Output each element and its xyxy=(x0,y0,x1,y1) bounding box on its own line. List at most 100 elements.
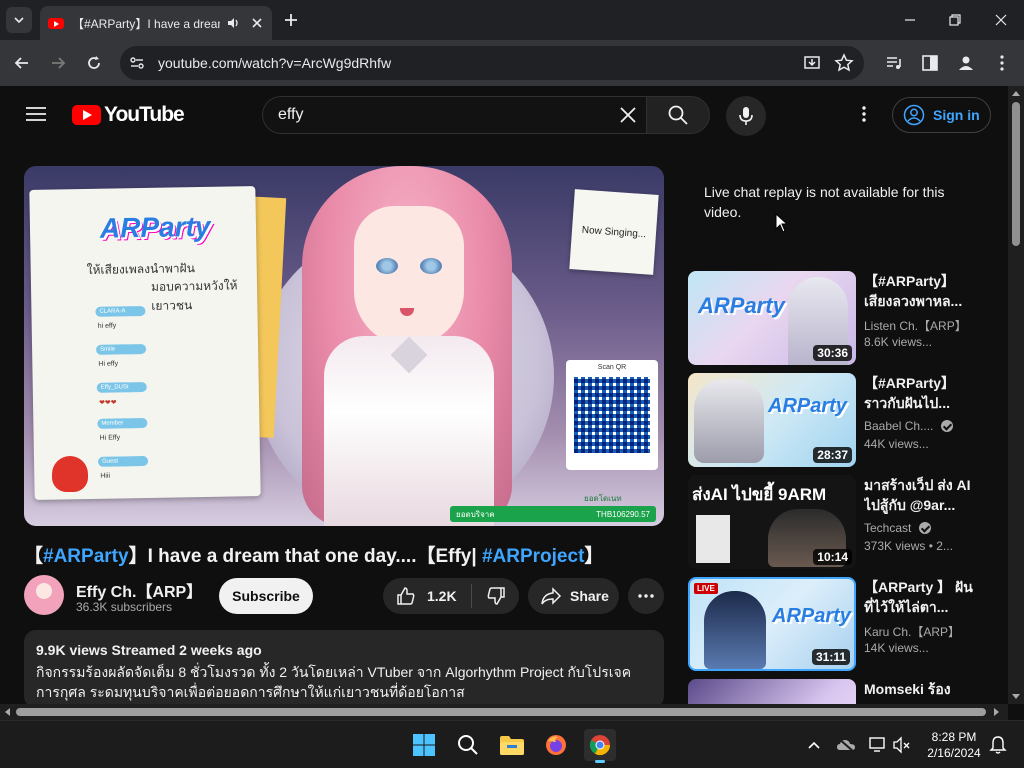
share-button[interactable]: Share xyxy=(528,578,619,614)
search-query[interactable]: effy xyxy=(278,106,304,124)
channel-name[interactable]: Effy Ch.【ARP】 xyxy=(76,578,202,602)
onedrive-icon[interactable] xyxy=(836,735,856,755)
voice-search-button[interactable] xyxy=(726,96,766,136)
close-window-icon[interactable] xyxy=(993,12,1009,28)
recommended-video[interactable]: Momseki ร้อง xyxy=(688,679,988,704)
profile-icon[interactable] xyxy=(956,53,976,73)
recommended-channel[interactable]: Listen Ch.【ARP】 xyxy=(864,317,967,334)
recommended-video[interactable]: ARParty 28:37 【#ARParty】 ราวกับฝันไป... … xyxy=(688,373,988,467)
dislike-button[interactable] xyxy=(472,578,519,614)
qr-code xyxy=(574,377,650,453)
thumb-logo: ARParty xyxy=(772,605,851,627)
media-control-icon[interactable] xyxy=(884,53,904,73)
donation-total-bar: ยอดบริจาค THB106290.57 xyxy=(450,506,656,522)
video-thumbnail[interactable]: ส่งAI ไปขยี้ 9ARM 10:14 xyxy=(688,475,856,569)
system-clock[interactable]: 8:28 PM 2/16/2024 xyxy=(920,729,988,761)
vertical-scroll-thumb[interactable] xyxy=(1012,102,1020,246)
recommended-channel[interactable]: Techcast xyxy=(864,521,932,535)
thumbs-up-icon xyxy=(397,587,415,605)
video-player[interactable]: ARParty ให้เสียงเพลงนำพาฝัน มอบความหวังใ… xyxy=(24,166,664,526)
minimize-icon[interactable] xyxy=(902,12,918,28)
restore-icon[interactable] xyxy=(947,12,963,28)
recommended-video[interactable]: ARParty 30:36 【#ARParty】 เสียงลวงพาหล...… xyxy=(688,271,988,365)
thumb-tictactoe xyxy=(696,515,730,563)
verified-icon xyxy=(941,420,954,432)
reload-icon[interactable] xyxy=(84,53,104,73)
subscribe-button[interactable]: Subscribe xyxy=(219,578,313,614)
scroll-right-icon[interactable] xyxy=(994,708,1000,716)
description-box[interactable]: 9.9K views Streamed 2 weeks ago กิจกรรมร… xyxy=(24,630,664,708)
new-tab-icon[interactable] xyxy=(282,11,300,29)
search-input[interactable]: effy xyxy=(262,96,646,134)
mouse-cursor-icon xyxy=(775,213,787,233)
recommended-title[interactable]: 【#ARParty】 ราวกับฝันไป... xyxy=(864,373,976,413)
scan-qr-label: Scan QR xyxy=(597,364,627,371)
windows-taskbar: 8:28 PM 2/16/2024 xyxy=(0,720,1024,768)
scroll-down-icon[interactable] xyxy=(1012,694,1020,700)
volume-muted-icon[interactable] xyxy=(892,735,912,755)
taskbar-search-button[interactable] xyxy=(452,729,484,761)
site-settings-icon[interactable] xyxy=(128,54,146,72)
vertical-scrollbar[interactable] xyxy=(1008,86,1024,704)
scroll-left-icon[interactable] xyxy=(4,708,10,716)
verified-icon xyxy=(919,522,932,534)
sign-in-button[interactable]: Sign in xyxy=(892,97,991,133)
horizontal-scroll-thumb[interactable] xyxy=(16,708,986,716)
recommended-channel[interactable]: Karu Ch.【ARP】 xyxy=(864,623,960,640)
more-actions-button[interactable] xyxy=(628,578,664,614)
hamburger-menu-icon[interactable] xyxy=(26,106,46,122)
forward-arrow-icon[interactable] xyxy=(48,53,68,73)
browser-menu-icon[interactable] xyxy=(992,53,1012,73)
url-text[interactable]: youtube.com/watch?v=ArcWg9dRhfw xyxy=(158,55,391,71)
file-explorer-button[interactable] xyxy=(496,729,528,761)
video-thumbnail[interactable] xyxy=(688,679,856,704)
search-button[interactable] xyxy=(646,96,710,134)
speaker-icon[interactable] xyxy=(226,16,240,30)
firefox-button[interactable] xyxy=(540,729,572,761)
clear-search-icon[interactable] xyxy=(618,105,638,125)
more-horizontal-icon xyxy=(638,594,654,598)
recommended-video[interactable]: LIVE ARParty 31:11 【ARParty 】 ฝันที่ไว้ใ… xyxy=(688,577,988,671)
youtube-play-icon xyxy=(72,105,101,125)
donate-header: ยอดโดเนท xyxy=(584,494,622,503)
horizontal-scrollbar[interactable] xyxy=(0,704,1008,720)
donation-amount: THB106290.57 xyxy=(596,509,650,519)
network-icon[interactable] xyxy=(868,735,888,755)
back-arrow-icon[interactable] xyxy=(12,53,32,73)
chrome-button[interactable] xyxy=(584,729,616,763)
settings-more-icon[interactable] xyxy=(854,104,874,124)
scroll-up-icon[interactable] xyxy=(1012,90,1020,96)
recommended-channel[interactable]: Baabel Ch.... xyxy=(864,419,954,433)
recommended-title[interactable]: Momseki ร้อง xyxy=(864,679,976,699)
now-singing-note: Now Singing... xyxy=(569,189,659,275)
like-button[interactable]: 1.2K xyxy=(383,578,471,614)
channel-avatar[interactable] xyxy=(24,575,64,615)
notification-bell-icon[interactable] xyxy=(988,735,1008,755)
side-panel-icon[interactable] xyxy=(920,53,940,73)
overlay-slogan-2: มอบความหวังให้เยาวชน xyxy=(150,278,238,313)
hashtag-link[interactable]: #ARParty xyxy=(43,546,129,567)
close-tab-icon[interactable] xyxy=(250,16,264,30)
chevron-up-icon[interactable] xyxy=(804,735,824,755)
youtube-logo[interactable]: YouTube xyxy=(72,103,185,127)
tab-search-button[interactable] xyxy=(6,7,32,33)
recommended-video[interactable]: ส่งAI ไปขยี้ 9ARM 10:14 มาสร้างเว็ป ส่ง … xyxy=(688,475,988,569)
browser-tab[interactable]: 【#ARParty】I have a dream t xyxy=(40,6,272,40)
hashtag-link[interactable]: #ARProject xyxy=(482,546,584,567)
video-thumbnail[interactable]: ARParty 30:36 xyxy=(688,271,856,365)
install-app-icon[interactable] xyxy=(802,53,822,73)
channel-label: Listen Ch.【ARP】 xyxy=(864,319,967,333)
chat-message: Hi Effy xyxy=(99,434,121,442)
bookmark-star-icon[interactable] xyxy=(834,53,854,73)
video-thumbnail[interactable]: ARParty 28:37 xyxy=(688,373,856,467)
vtuber-eye-right xyxy=(420,258,442,274)
recommended-title[interactable]: มาสร้างเว็ป ส่ง AI ไปสู้กับ @9ar... xyxy=(864,475,976,515)
address-bar[interactable]: youtube.com/watch?v=ArcWg9dRhfw xyxy=(120,46,864,80)
recommended-title[interactable]: 【ARParty 】 ฝันที่ไว้ให้ไล่ตา... xyxy=(864,577,976,617)
video-thumbnail[interactable]: LIVE ARParty 31:11 xyxy=(688,577,856,671)
browser-tabbar: 【#ARParty】I have a dream t xyxy=(0,0,1024,40)
start-button[interactable] xyxy=(408,729,440,761)
chat-message: ❤❤❤ xyxy=(98,399,117,407)
duck-mascot xyxy=(52,456,88,492)
recommended-title[interactable]: 【#ARParty】 เสียงลวงพาหล... xyxy=(864,271,976,311)
